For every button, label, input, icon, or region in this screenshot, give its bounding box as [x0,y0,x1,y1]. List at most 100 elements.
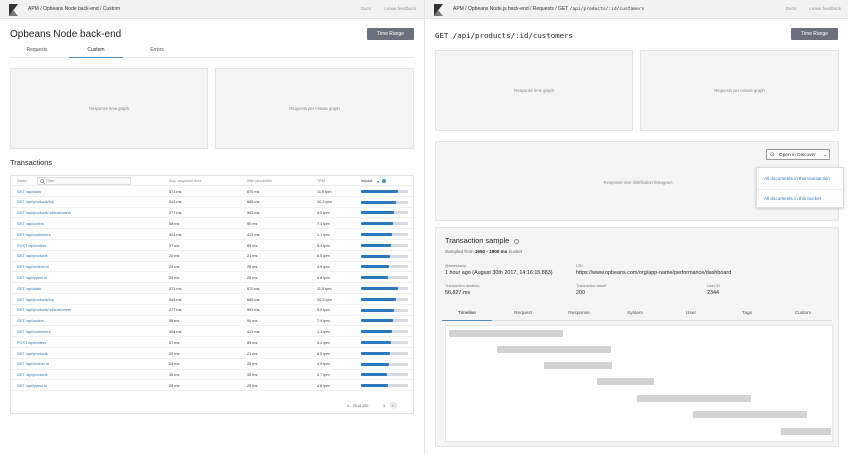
transaction-name-link[interactable]: GET /api/products [17,373,48,377]
breadcrumb[interactable]: APM / Opbeans Node.js back-end / Request… [453,6,644,12]
table-row[interactable]: GET /api/orders/:id 25 ms 26 ms 4.9 tpm [11,359,413,370]
table-row[interactable]: GET /api/orders 58 ms 90 ms 7.4 tpm [11,218,413,230]
time-range-button[interactable]: Time Range [791,28,838,40]
table-row[interactable]: GET /api/orders/:id 25 ms 26 ms 4.9 tpm [11,262,413,273]
table-row[interactable]: GET /api/types/:id 25 ms 26 ms 4.8 tpm [11,272,413,284]
col-name[interactable]: Name [17,179,27,183]
transaction-name-link[interactable]: GET /api/types/:id [17,384,47,388]
sample-title-text: Transaction sample [445,236,510,245]
info-icon[interactable] [514,238,520,244]
span-bar[interactable] [597,378,654,385]
transaction-name-link[interactable]: GET /api/orders [17,319,44,323]
transaction-name-link[interactable]: GET /api/products/top [17,200,54,204]
impact-bar [361,189,408,193]
table-row[interactable]: GET /api/products 45 ms 30 ms 2.7 tpm [11,370,413,381]
span-bar[interactable] [497,346,611,353]
tab-custom[interactable]: Custom [778,308,828,321]
tab-system[interactable]: System [610,308,660,321]
table-row[interactable]: GET /api/customers 304 ms 413 ms 1.1 tpm [11,229,413,240]
avg-response-time-cell: 571 ms [169,286,182,291]
graph-label: Response time graph [514,88,554,93]
table-row[interactable]: GET /api/products 20 ms 21 ms 6.5 tpm [11,348,413,359]
open-in-discover-button[interactable]: ⊙ Open in Discover ⌄ [766,149,830,160]
transaction-name-link[interactable]: GET /api/products/:id/customers [17,211,71,215]
transaction-name-link[interactable]: POST /api/orders [17,244,46,248]
pagination-range: 1 - 25 of 100 [347,404,369,408]
transaction-name-link[interactable]: POST /api/orders [17,341,46,345]
tpm-cell: 4.9 tpm [317,265,330,270]
docs-link[interactable]: Docs [786,6,796,11]
transaction-name-link[interactable]: GET /api/products [17,352,48,356]
transaction-name-link[interactable]: GET /api/orders/:id [17,362,49,366]
span-bar[interactable] [781,428,831,435]
right-pane: APM / Opbeans Node.js back-end / Request… [424,0,848,454]
table-row[interactable]: GET /api/products/top 543 ms 665 ms 10.3 tp… [11,197,413,208]
filter-input[interactable]: Filter [37,176,131,185]
transaction-name-link[interactable]: GET /api/products [17,254,48,258]
table-row[interactable]: GET /api/products/:id/customers 277 ms 963… [11,305,413,316]
table-row[interactable]: GET /api/products/top 543 ms 665 ms 10.3 tp… [11,294,413,305]
transaction-name-link[interactable]: GET /api/stats [17,190,41,194]
transaction-name-link[interactable]: GET /api/products/:id/customers [17,308,71,312]
pagination: 1 - 25 of 100 1 › [347,402,407,411]
menu-item-transaction-documents[interactable]: All documents in this transaction [764,176,830,181]
breadcrumb[interactable]: APM / Opbeans Node back-end / Custom [28,6,120,12]
impact-bar-fill [361,340,392,344]
tab-tags[interactable]: Tags [722,308,772,321]
table-row[interactable]: GET /api/products/:id/customers 277 ms 963… [11,208,413,219]
p95-cell: 963 ms [247,308,260,313]
table-row[interactable]: POST /api/orders 57 ms 89 ms 5.4 tpm [11,240,413,251]
kibana-logo-icon[interactable] [9,4,18,16]
tpm-cell: 4.8 tpm [317,275,330,280]
tab-custom[interactable]: Custom [69,45,123,58]
sort-arrow-icon[interactable]: ▾ [377,179,379,184]
leave-feedback-link[interactable]: Leave feedback [809,6,841,11]
page-number[interactable]: 1 [383,404,385,408]
table-header: Name Filter Avg. response time 95th perc… [11,176,413,186]
col-tpm[interactable]: TPM [317,179,325,183]
menu-item-bucket-documents[interactable]: All documents in this bucket [764,196,821,201]
span-bar[interactable] [449,330,563,337]
col-avg-response-time[interactable]: Avg. response time [169,179,201,183]
transaction-name-link[interactable]: GET /api/stats [17,287,41,291]
tpm-cell: 10.3 tpm [317,200,332,205]
transaction-name-link[interactable]: GET /api/products/top [17,298,54,302]
transaction-name-link[interactable]: GET /api/customers [17,330,50,334]
tab-response[interactable]: Response [554,308,604,321]
col-95th-percentile[interactable]: 95th percentile [247,179,272,183]
tab-timeline[interactable]: Timeline [442,308,492,321]
transaction-name-link[interactable]: GET /api/orders [17,222,44,226]
tab-user[interactable]: User [666,308,716,321]
tpm-cell: 5.0 tpm [317,308,330,313]
impact-bar [361,340,408,344]
span-bar[interactable] [693,411,807,418]
table-row[interactable]: GET /api/stats 571 ms 670 ms 11.5 tpm [11,283,413,294]
tab-errors[interactable]: Errors [130,45,184,58]
time-range-button[interactable]: Time Range [367,28,414,40]
span-bar[interactable] [544,362,612,369]
table-row[interactable]: GET /api/customers 304 ms 413 ms 1.1 tpm [11,326,413,338]
table-row[interactable]: GET /api/products 20 ms 21 ms 6.5 tpm [11,251,413,262]
table-row[interactable]: GET /api/types/:id 25 ms 26 ms 4.8 tpm [11,380,413,392]
table-row[interactable]: GET /api/stats 571 ms 670 ms 11.5 tpm [11,186,413,197]
docs-link[interactable]: Docs [361,6,371,11]
table-row[interactable]: GET /api/orders 58 ms 90 ms 7.4 tpm [11,316,413,327]
span-bar[interactable] [637,395,751,402]
tab-request[interactable]: Request [498,308,548,321]
info-icon[interactable] [382,179,386,183]
transaction-name-link[interactable]: GET /api/types/:id [17,276,47,280]
transaction-name-link[interactable]: GET /api/orders/:id [17,265,49,269]
requests-per-minute-graph: Requests per minute graph [640,50,839,131]
impact-bar [361,211,408,215]
breadcrumb-prefix[interactable]: APM / Opbeans Node.js back-end / Request… [453,6,570,12]
col-impact[interactable]: Impact [361,179,372,183]
table-row[interactable]: POST /api/orders 57 ms 89 ms 5.4 tpm [11,337,413,348]
tpm-cell: 6.5 tpm [317,351,330,356]
tab-requests[interactable]: Requests [10,45,64,58]
leave-feedback-link[interactable]: Leave feedback [384,6,416,11]
impact-bar [361,286,408,290]
tpm-cell: 5.4 tpm [317,243,330,248]
transaction-name-link[interactable]: GET /api/customers [17,233,50,237]
p95-cell: 21 ms [247,254,258,259]
kibana-logo-icon[interactable] [434,4,443,16]
